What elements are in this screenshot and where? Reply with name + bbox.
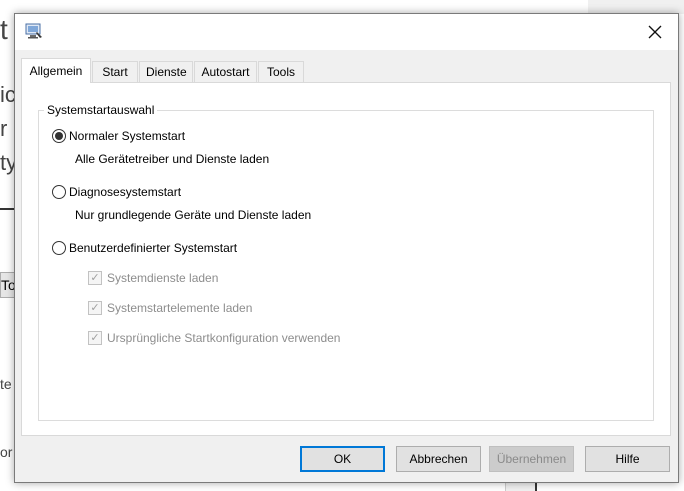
radio-selective-startup[interactable]: Benutzerdefinierter Systemstart [52, 241, 237, 255]
radio-diagnostic-startup[interactable]: Diagnosesystemstart [52, 185, 181, 199]
tab-autostart[interactable]: Autostart [194, 61, 257, 82]
apply-button[interactable]: Übernehmen [489, 446, 574, 472]
background-text-fragment: te [0, 376, 12, 392]
msconfig-app-icon [25, 23, 42, 39]
background-edge [535, 482, 537, 491]
close-button[interactable] [632, 14, 678, 50]
background-strip [588, 0, 684, 14]
checkbox-use-original-boot-config: ✓ Ursprüngliche Startkonfiguration verwe… [88, 331, 340, 345]
background-text-fragment: or [0, 444, 13, 460]
radio-button[interactable] [52, 241, 66, 255]
tab-start[interactable]: Start [92, 61, 138, 82]
radio-normal-startup[interactable]: Normaler Systemstart [52, 129, 185, 143]
checkbox-load-startup-items: ✓ Systemstartelemente laden [88, 301, 252, 315]
cancel-button[interactable]: Abbrechen [396, 446, 481, 472]
checkbox-label: Ursprüngliche Startkonfiguration verwend… [107, 331, 341, 345]
option-description: Alle Gerätetreiber und Dienste laden [75, 152, 270, 166]
tab-general[interactable]: Allgemein [21, 58, 91, 83]
system-configuration-dialog: Allgemein Start Dienste Autostart Tools … [14, 13, 679, 483]
checkbox-label: Systemstartelemente laden [107, 301, 253, 315]
radio-button-selected[interactable] [52, 129, 66, 143]
ok-button[interactable]: OK [300, 446, 385, 472]
tab-services[interactable]: Dienste [139, 61, 193, 82]
background-text-fragment: t [0, 14, 8, 45]
background-scroll [505, 482, 536, 491]
checkmark-icon: ✓ [88, 301, 102, 315]
checkmark-icon: ✓ [88, 331, 102, 345]
radio-label: Diagnosesystemstart [69, 185, 182, 199]
radio-label: Normaler Systemstart [69, 129, 186, 143]
general-tab-panel: Systemstartauswahl Normaler Systemstart … [21, 82, 671, 436]
group-title: Systemstartauswahl [44, 103, 158, 117]
checkmark-icon: ✓ [88, 271, 102, 285]
title-bar [15, 14, 678, 50]
help-button[interactable]: Hilfe [585, 446, 670, 472]
tab-tools[interactable]: Tools [258, 61, 304, 82]
option-description: Nur grundlegende Geräte und Dienste lade… [75, 208, 312, 222]
background-divider [0, 208, 14, 210]
checkbox-label: Systemdienste laden [107, 271, 219, 285]
startup-selection-group: Systemstartauswahl Normaler Systemstart … [38, 103, 654, 421]
close-icon [648, 25, 662, 39]
radio-button[interactable] [52, 185, 66, 199]
checkbox-load-system-services: ✓ Systemdienste laden [88, 271, 218, 285]
radio-label: Benutzerdefinierter Systemstart [69, 241, 238, 255]
